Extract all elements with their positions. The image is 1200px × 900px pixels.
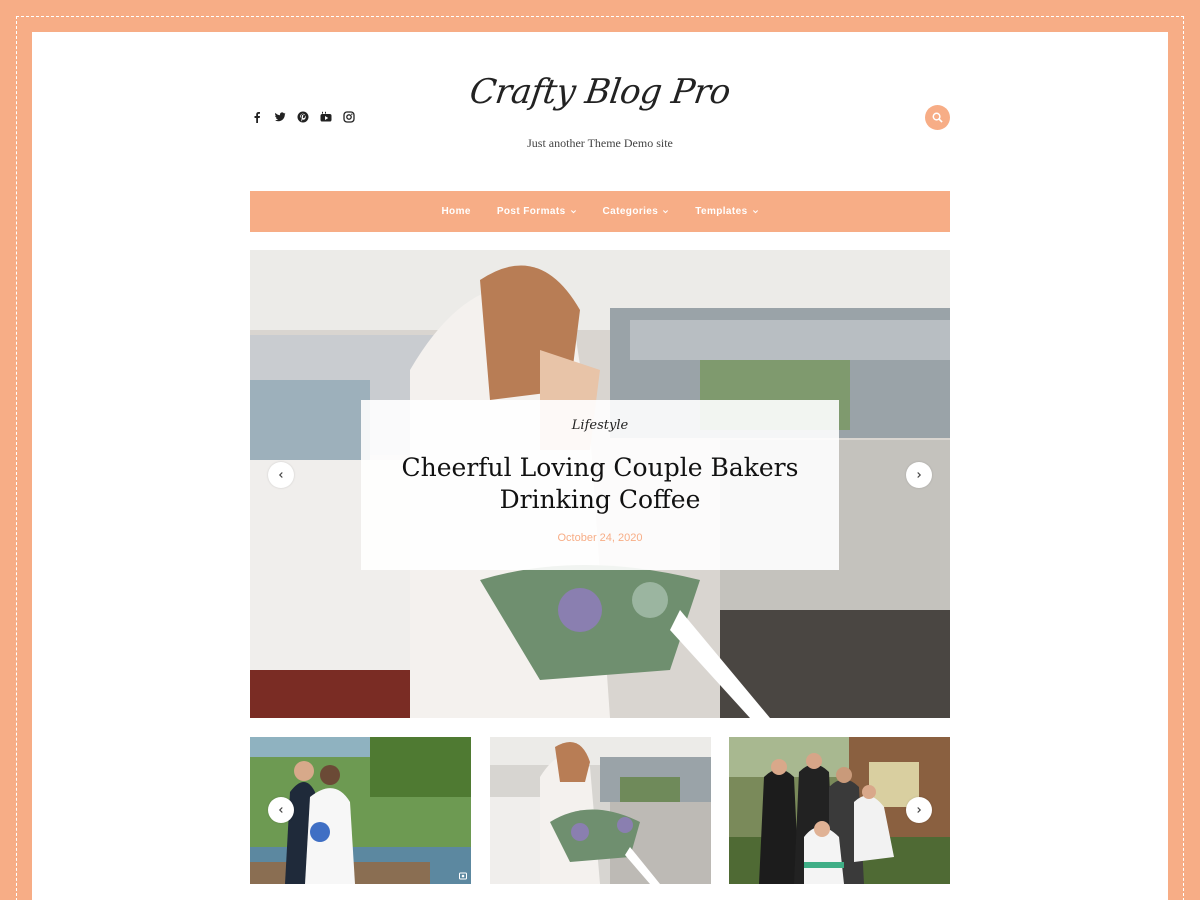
post-date[interactable]: October 24, 2020 — [361, 532, 839, 544]
post-thumbnail-image[interactable] — [490, 737, 711, 884]
post-title[interactable]: Cheerful Loving Couple Bakers Drinking C… — [381, 452, 819, 516]
chevron-down-icon — [570, 210, 576, 214]
featured-post-card: Lifestyle Cheerful Loving Couple Bakers … — [361, 400, 839, 570]
carousel-item[interactable] — [490, 737, 711, 884]
nav-item-templates[interactable]: Templates — [695, 206, 758, 217]
site-logo[interactable]: Crafty Blog Pro — [247, 72, 953, 112]
nav-item-label: Categories — [602, 206, 659, 217]
nav-item-label: Home — [441, 206, 471, 217]
post-category[interactable]: Lifestyle — [361, 418, 839, 433]
chevron-right-icon — [917, 472, 922, 478]
nav-item-post-formats[interactable]: Post Formats — [497, 206, 577, 217]
carousel-item[interactable] — [250, 737, 471, 884]
carousel-prev-button[interactable] — [268, 797, 294, 823]
nav-item-home[interactable]: Home — [441, 206, 470, 217]
chevron-left-icon — [278, 807, 283, 813]
page-content: Crafty Blog Pro Just another Theme Demo … — [32, 32, 1168, 900]
search-button[interactable] — [925, 105, 950, 130]
slider-next-button[interactable] — [906, 462, 932, 488]
search-icon — [932, 112, 943, 123]
main-navigation: Home Post Formats Categories Templates — [250, 191, 950, 232]
slider-prev-button[interactable] — [268, 462, 294, 488]
site-tagline: Just another Theme Demo site — [527, 136, 673, 150]
chevron-right-icon — [917, 807, 922, 813]
featured-slider[interactable]: Lifestyle Cheerful Loving Couple Bakers … — [250, 250, 950, 718]
nav-item-label: Post Formats — [496, 206, 566, 217]
image-format-icon — [459, 872, 467, 880]
nav-item-categories[interactable]: Categories — [603, 206, 670, 217]
chevron-left-icon — [278, 472, 283, 478]
carousel-item[interactable] — [729, 737, 950, 884]
carousel-next-button[interactable] — [906, 797, 932, 823]
post-carousel — [250, 737, 950, 884]
nav-item-label: Templates — [695, 206, 748, 217]
main-container: Crafty Blog Pro Just another Theme Demo … — [250, 32, 950, 900]
chevron-down-icon — [663, 210, 669, 214]
chevron-down-icon — [752, 210, 758, 214]
